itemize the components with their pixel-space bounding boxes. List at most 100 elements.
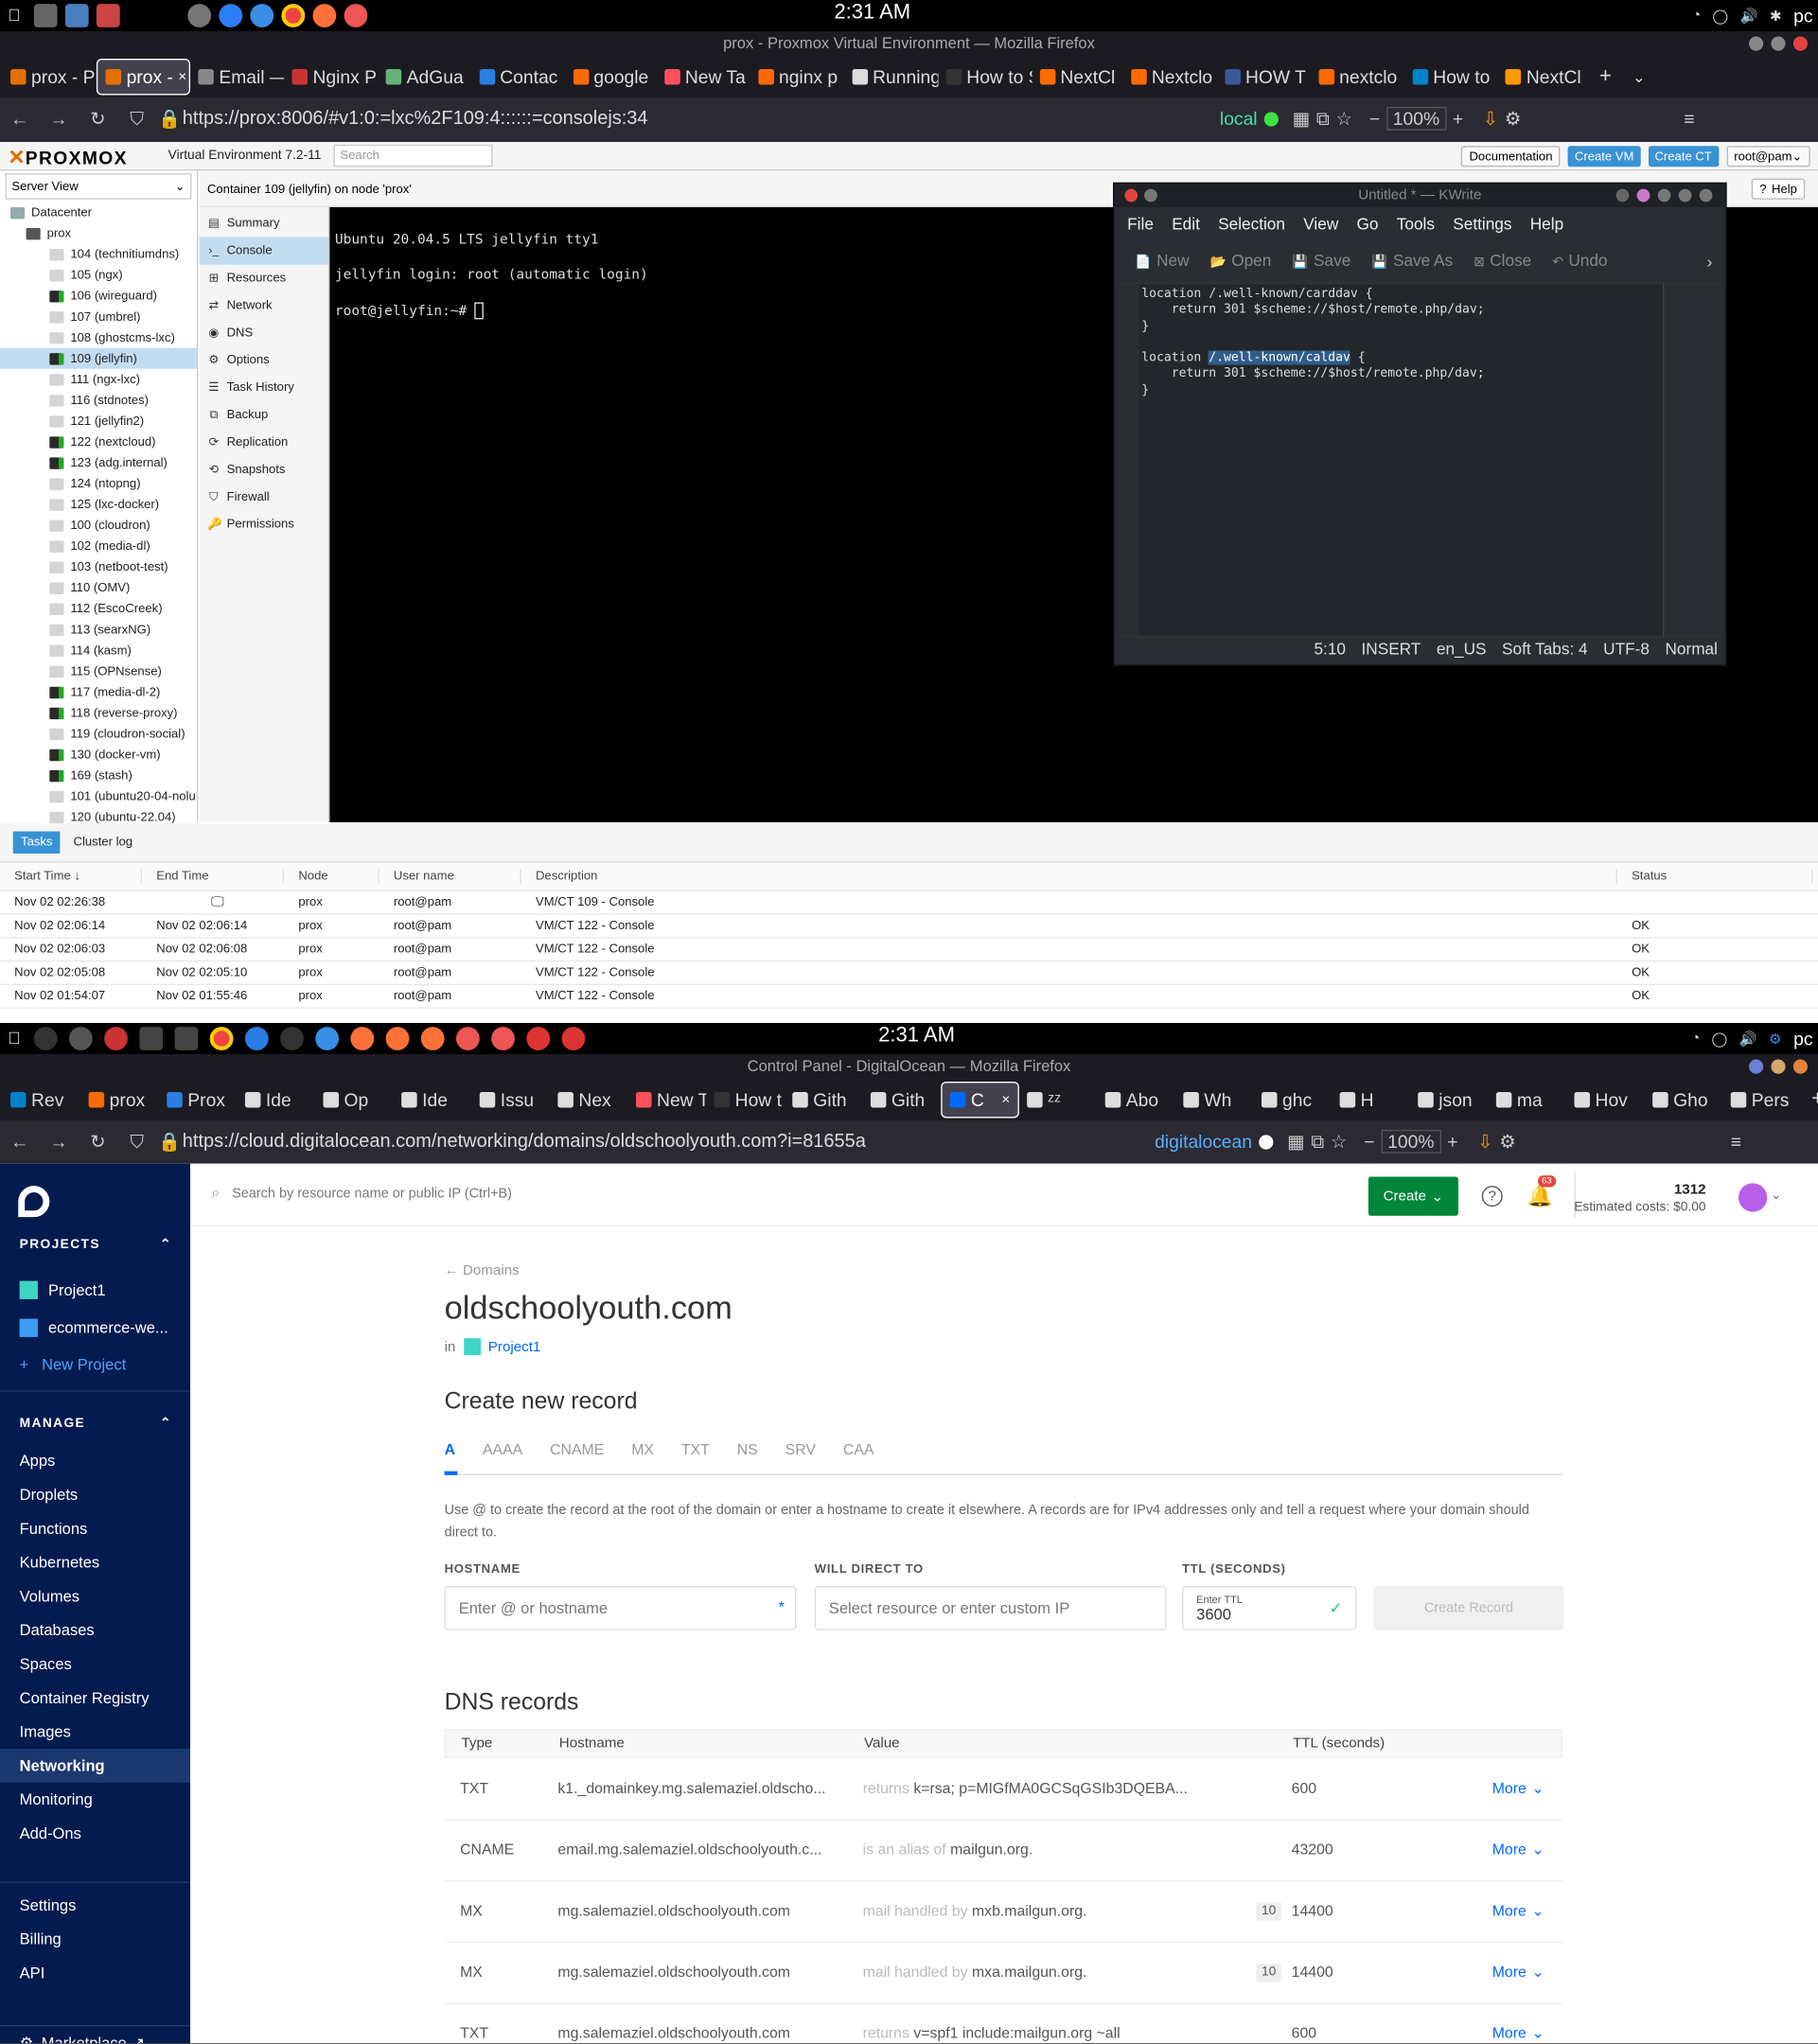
tree-guest-item[interactable]: 108 (ghostcms-lxc) [0,327,197,348]
tree-guest-item[interactable]: 117 (media-dl-2) [0,681,197,702]
user-label[interactable]: pc [1793,1029,1812,1049]
lock-icon[interactable]: 🔒 [156,108,183,130]
browser-tab[interactable]: Pers [1722,1082,1801,1119]
status-item[interactable]: 5:10 [1314,640,1346,658]
app-icon[interactable] [104,1027,128,1050]
new-tab-icon[interactable]: + [1811,1088,1818,1112]
browser-tab[interactable]: Wh [1175,1082,1254,1119]
maximize-button[interactable] [1771,36,1786,51]
avatar[interactable] [1738,1183,1768,1212]
firefox-icon[interactable] [385,1027,410,1050]
new-project-link[interactable]: + New Project [0,1348,190,1382]
tree-guest-item[interactable]: 118 (reverse-proxy) [0,702,197,723]
toolbar-save-button[interactable]: 💾 Save [1292,252,1350,270]
app-icon[interactable] [455,1027,480,1050]
menu-item-resources[interactable]: ⊞ Resources [200,265,328,292]
tab-record-srv[interactable]: SRV [785,1442,816,1458]
app-icon[interactable] [315,1027,340,1050]
zoom-level[interactable]: 100% [1381,1129,1441,1154]
browser-tab[interactable]: Ide [394,1082,472,1119]
marketplace-link[interactable]: ⚙ Marketplace ↗ [0,2024,191,2043]
projects-header[interactable]: PROJECTS ⌃ [0,1231,190,1258]
close-icon[interactable]: × [1001,1092,1010,1108]
browser-tab[interactable]: Hov [1566,1082,1645,1119]
tab-record-caa[interactable]: CAA [843,1442,874,1458]
more-dropdown[interactable]: More ⌄ [1492,2004,1544,2043]
translate-icon[interactable]: ⧉ [1311,1131,1324,1153]
tree-guest-item[interactable]: 105 (ngx) [0,265,197,286]
close-button[interactable] [1792,36,1808,51]
minimap[interactable] [1663,284,1721,637]
browser-tab[interactable]: nextclo [1311,59,1404,96]
browser-tab[interactable]: Issu [471,1082,550,1119]
shield-icon[interactable]: ⛉ [117,108,156,130]
menu-item-replication[interactable]: ⟳ Replication [200,429,328,456]
sidebar-item-droplets[interactable]: Droplets [0,1478,190,1512]
browser-tab[interactable]: nginx p [750,59,844,96]
manage-header[interactable]: MANAGE ⌃ [0,1410,190,1436]
download-icon[interactable]: ⇩ [1483,108,1498,130]
project-item[interactable]: Project1 [0,1273,190,1307]
tree-guest-item[interactable]: 116 (stdnotes) [0,390,197,411]
user-label[interactable]: pc [1793,6,1812,26]
browser-tab[interactable]: Nginx P [284,59,378,96]
reload-icon[interactable]: ↻ [79,1131,117,1153]
task-row[interactable]: Nov 02 02:06:03 Nov 02 02:06:08 prox root@p… [0,938,1818,962]
column-header[interactable]: User name [379,869,521,884]
browser-tab[interactable]: Nex [550,1082,628,1119]
back-arrow-icon[interactable]: ← [0,108,39,129]
clock[interactable]: 2:31 AM [878,1024,955,1048]
browser-tab[interactable]: Gho [1645,1082,1723,1119]
sidebar-item-monitoring[interactable]: Monitoring [0,1783,190,1817]
tree-guest-item[interactable]: 104 (technitiumdns) [0,244,197,265]
battery-icon[interactable]: ◔ [1691,1031,1700,1047]
close-icon[interactable]: × [178,69,186,85]
create-vm-button[interactable]: Create VM [1568,146,1641,167]
app-icon[interactable] [64,4,89,27]
toolbar-open-button[interactable]: 📂 Open [1210,252,1272,270]
create-record-button[interactable]: Create Record [1373,1585,1564,1630]
tab-cluster-log[interactable]: Cluster log [74,836,133,850]
menu-item-backup[interactable]: ⧉ Backup [200,401,328,429]
tree-datacenter[interactable]: Datacenter [0,202,197,222]
close-dot[interactable] [1124,188,1138,203]
browser-tab[interactable]: How to Se [938,59,1032,96]
kwrite-menu-item[interactable]: File [1127,215,1154,233]
tab-record-cname[interactable]: CNAME [550,1442,604,1458]
browser-tab[interactable]: H [1332,1082,1410,1119]
chevron-right-icon[interactable]: › [1706,252,1712,272]
url-badge[interactable]: local [1220,108,1258,129]
browser-tab[interactable]: prox - P [3,59,97,96]
tree-guest-item[interactable]: 100 (cloudron) [0,515,197,536]
app-icon[interactable] [96,4,120,27]
browser-tab[interactable]: AdGua [378,59,471,96]
estimated-costs[interactable]: Estimated costs: $0.00 [1574,1200,1705,1214]
tab-record-ns[interactable]: NS [737,1442,758,1458]
menu-icon[interactable]: ≡ [1684,108,1694,129]
column-header[interactable]: End Time [142,869,285,884]
url-badge[interactable]: digitalocean [1155,1131,1252,1152]
server-view-select[interactable]: Server View ⌄ [5,173,192,200]
sidebar-item-container-registry[interactable]: Container Registry [0,1681,190,1715]
download-icon[interactable]: ⇩ [1477,1131,1492,1153]
back-arrow-icon[interactable]: ← [0,1131,39,1152]
task-row[interactable]: Nov 02 02:06:14 Nov 02 02:06:14 prox root@p… [0,915,1818,939]
documentation-button[interactable]: Documentation [1461,146,1561,167]
app-icon[interactable] [139,1027,164,1050]
tree-guest-item[interactable]: 106 (wireguard) [0,286,197,307]
menu-item-summary[interactable]: ▤ Summary [200,210,328,238]
tree-guest-item[interactable]: 109 (jellyfin) [0,347,197,369]
sidebar-item-images[interactable]: Images [0,1715,190,1749]
task-row[interactable]: Nov 02 02:26:38 prox root@pam VM/CT 109 - C… [0,891,1818,915]
tree-guest-item[interactable]: 110 (OMV) [0,577,197,598]
tree-guest-item[interactable]: 115 (OPNsense) [0,661,197,681]
app-icon[interactable] [344,4,368,27]
tree-guest-item[interactable]: 113 (searxNG) [0,619,197,640]
menu-item-options[interactable]: ⚙ Options [200,346,328,374]
zoom-in-icon[interactable]: + [1447,1131,1457,1152]
chevron-down-icon[interactable]: ⌄ [1771,1189,1782,1203]
browser-tab[interactable]: How t [706,1082,785,1119]
shield-icon[interactable]: ⛉ [117,1131,156,1153]
browser-tab[interactable]: Gith [785,1082,863,1119]
forward-arrow-icon[interactable]: → [39,1131,78,1152]
